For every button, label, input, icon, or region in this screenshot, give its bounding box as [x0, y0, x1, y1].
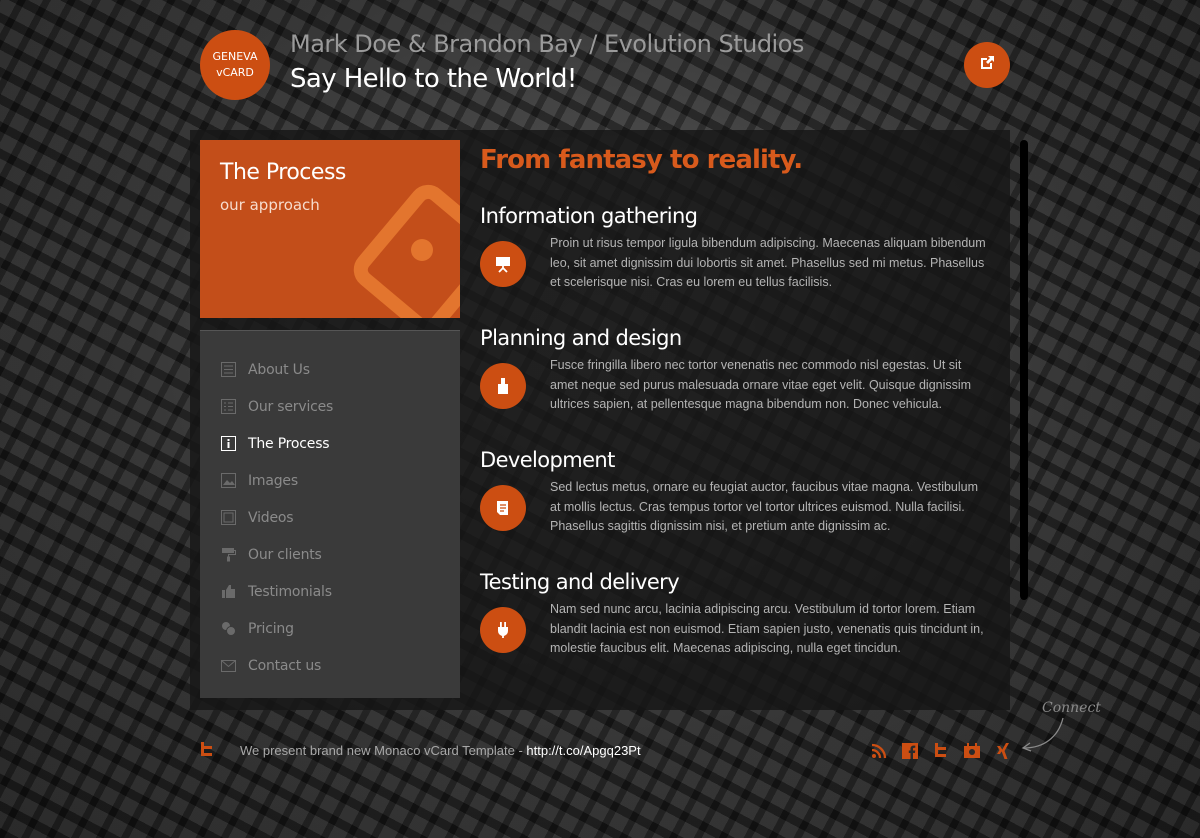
site-tagline: Say Hello to the World!	[290, 64, 577, 94]
presentation-icon	[480, 241, 526, 287]
site-title: Mark Doe & Brandon Bay / Evolution Studi…	[290, 30, 804, 58]
scrollbar[interactable]	[1020, 140, 1028, 600]
document-icon	[480, 485, 526, 531]
sidebar-item-label: Videos	[248, 509, 294, 526]
step-title: Testing and delivery	[480, 570, 680, 594]
section-hero: The Process our approach	[200, 140, 460, 318]
envelope-icon	[220, 658, 236, 674]
external-link-icon	[979, 55, 995, 75]
step-text: Sed lectus metus, ornare eu feugiat auct…	[550, 480, 979, 533]
sidebar-item-the-process[interactable]: The Process	[200, 425, 460, 462]
image-icon	[220, 473, 236, 489]
sidebar-item-images[interactable]: Images	[200, 462, 460, 499]
sidebar-item-label: Pricing	[248, 620, 294, 637]
tweet-text: We present brand new Monaco vCard Templa…	[240, 743, 527, 758]
tweet: We present brand new Monaco vCard Templa…	[240, 743, 641, 758]
sidebar-item-label: Images	[248, 472, 298, 489]
step-title: Planning and design	[480, 326, 682, 350]
list-icon	[220, 399, 236, 415]
section-subtitle: our approach	[220, 196, 320, 214]
step-text: Fusce fringilla libero nec tortor venena…	[550, 358, 972, 411]
logo-line-1: GENEVA	[212, 50, 258, 63]
coins-icon	[220, 621, 236, 637]
content-area: From fantasy to reality. Information gat…	[480, 140, 1000, 668]
sidebar-item-pricing[interactable]: Pricing	[200, 610, 460, 647]
list-icon	[220, 362, 236, 378]
step-text: Proin ut risus tempor ligula bibendum ad…	[550, 236, 986, 289]
process-step: Information gathering Proin ut risus tem…	[480, 180, 1000, 302]
sidebar-item-label: Our clients	[248, 546, 322, 563]
facebook-icon[interactable]	[901, 742, 919, 760]
sidebar-item-our-clients[interactable]: Our clients	[200, 536, 460, 573]
twitter-icon	[200, 742, 214, 762]
sidebar-item-label: Our services	[248, 398, 334, 415]
connect-label: Connect	[1042, 700, 1101, 716]
sidebar-item-contact-us[interactable]: Contact us	[200, 647, 460, 684]
content-title: From fantasy to reality.	[480, 145, 803, 175]
social-links	[870, 742, 1012, 760]
video-icon	[220, 510, 236, 526]
connect-arrow-icon	[1021, 717, 1064, 752]
rss-icon[interactable]	[870, 742, 888, 760]
info-icon	[220, 436, 236, 452]
sidebar-item-videos[interactable]: Videos	[200, 499, 460, 536]
logo[interactable]: GENEVA vCARD	[200, 30, 270, 100]
process-step: Testing and delivery Nam sed nunc arcu, …	[480, 546, 1000, 668]
paint-roller-icon	[220, 547, 236, 563]
twitter-icon[interactable]	[932, 742, 950, 760]
youtube-icon[interactable]	[963, 742, 981, 760]
sidebar-item-our-services[interactable]: Our services	[200, 388, 460, 425]
tweet-link[interactable]: http://t.co/Apgq23Pt	[526, 743, 640, 758]
tag-icon	[353, 184, 460, 318]
step-title: Development	[480, 448, 615, 472]
sidebar-item-about-us[interactable]: About Us	[200, 351, 460, 388]
step-title: Information gathering	[480, 204, 698, 228]
sidebar-item-label: About Us	[248, 361, 310, 378]
section-title: The Process	[220, 160, 346, 185]
brush-icon	[480, 363, 526, 409]
sidebar-item-label: Testimonials	[248, 583, 332, 600]
sidebar-item-label: The Process	[248, 435, 330, 452]
logo-line-2: vCARD	[216, 66, 254, 79]
sidebar-nav: About Us Our services The Process Images…	[200, 330, 460, 698]
xing-icon[interactable]	[994, 742, 1012, 760]
main-panel: The Process our approach About Us Our se…	[190, 130, 1010, 710]
sidebar-item-label: Contact us	[248, 657, 322, 674]
process-step: Development Sed lectus metus, ornare eu …	[480, 424, 1000, 546]
plug-icon	[480, 607, 526, 653]
sidebar-item-testimonials[interactable]: Testimonials	[200, 573, 460, 610]
external-link-button[interactable]	[964, 42, 1010, 88]
step-text: Nam sed nunc arcu, lacinia adipiscing ar…	[550, 602, 984, 655]
thumbs-up-icon	[220, 584, 236, 600]
process-step: Planning and design Fusce fringilla libe…	[480, 302, 1000, 424]
